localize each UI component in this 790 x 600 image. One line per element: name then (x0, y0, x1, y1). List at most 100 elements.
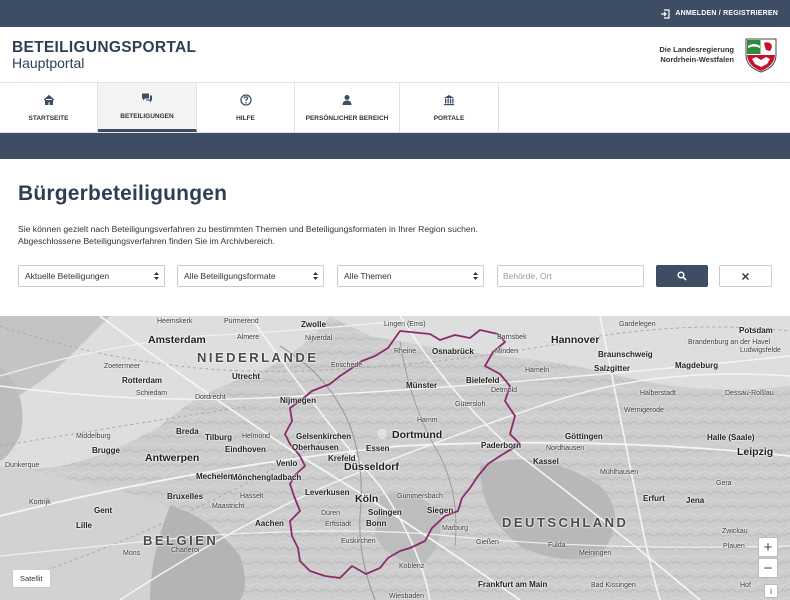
map-label-city: Münster (406, 381, 438, 390)
search-icon (677, 271, 687, 281)
map-label-city: Braunschweig (598, 350, 653, 359)
status-select-value: Aktuelle Beteiligungen (25, 271, 110, 281)
location-search-input[interactable]: Behörde, Ort (497, 265, 644, 287)
nav-item-startseite[interactable]: STARTSEITE (0, 83, 98, 132)
map-label-city: Magdeburg (675, 361, 719, 370)
map-label-city: Göttingen (565, 432, 603, 441)
map-label-city: Tilburg (205, 433, 232, 442)
map-label-city: Krefeld (328, 454, 356, 463)
format-select-value: Alle Beteiligungsformate (184, 271, 276, 281)
map-label-town: Dunkerque (5, 462, 40, 469)
government-line-1: Die Landesregierung (659, 44, 734, 54)
map-label-town: Mons (123, 550, 141, 557)
sort-arrows-icon (313, 272, 318, 280)
close-icon (742, 272, 749, 280)
map-label-town: Hameln (525, 367, 550, 374)
map-label-city: Eindhoven (225, 445, 266, 454)
map-label-town: Hasselt (240, 493, 264, 500)
map-label-town: Gießen (476, 539, 499, 546)
map-label-city: Frankfurt am Main (478, 580, 548, 589)
map-label-town: Gütersloh (455, 401, 486, 408)
zoom-out-button[interactable]: − (758, 558, 778, 578)
map-label-city: Lille (76, 521, 93, 530)
map-label-town: Zwickau (722, 528, 748, 535)
search-button[interactable] (656, 265, 708, 287)
nav-item-hilfe[interactable]: HILFE (197, 83, 295, 132)
login-register-link[interactable]: ANMELDEN / REGISTRIEREN (660, 8, 778, 19)
location-search-placeholder: Behörde, Ort (503, 271, 552, 281)
map-label-town: Helmond (242, 433, 271, 440)
map-label-country: BELGIEN (143, 533, 219, 548)
map-label-city: Essen (366, 444, 390, 453)
map-label-city: Aachen (255, 519, 284, 528)
chat-icon (142, 93, 152, 103)
clear-filters-button[interactable] (719, 265, 772, 287)
satellite-toggle-button[interactable]: Satellit (12, 569, 51, 588)
nav-item-portale[interactable]: PORTALE (400, 83, 499, 132)
map-label-city: Dortmund (392, 429, 443, 441)
map-label-town: Hamm (417, 417, 438, 424)
nav-item-beteiligungen[interactable]: BETEILIGUNGEN (98, 83, 197, 132)
user-icon (342, 94, 352, 105)
map-label-city: Nijmegen (280, 396, 317, 405)
map-label-town: Enschede (331, 362, 363, 369)
map-label-country: DEUTSCHLAND (502, 515, 629, 530)
zoom-in-button[interactable]: + (758, 537, 778, 557)
main-content: Bürgerbeteiligungen Sie können gezielt n… (0, 159, 790, 287)
map-label-city: Mönchengladbach (231, 473, 302, 482)
map-label-city: Zwolle (301, 320, 326, 329)
map-label-town: Purmerend (224, 318, 259, 325)
map-label-city: Oberhausen (292, 443, 339, 452)
map-label-town: Halberstadt (640, 390, 676, 397)
map-label-city: Jena (686, 496, 705, 505)
sort-arrows-icon (154, 272, 159, 280)
header-band (0, 133, 790, 159)
map-label-city: Bonn (366, 519, 387, 528)
map-label-town: Koblenz (399, 563, 425, 570)
format-select[interactable]: Alle Beteiligungsformate (177, 265, 324, 287)
brand-subtitle: Hauptportal (12, 54, 85, 71)
building-icon (444, 94, 454, 105)
map-label-city: Salzgitter (594, 364, 631, 373)
map-label-town: Kortrijk (29, 499, 51, 506)
home-icon (43, 94, 54, 105)
brand-title: BETEILIGUNGSPORTAL (12, 38, 197, 56)
status-select[interactable]: Aktuelle Beteiligungen (18, 265, 165, 287)
map-terrain (0, 316, 790, 600)
site-header: BETEILIGUNGSPORTAL Hauptportal Die Lande… (0, 27, 790, 83)
map-label-city: Utrecht (232, 372, 261, 381)
map-label-city: Brugge (92, 446, 120, 455)
map-label-town: Lingen (Ems) (384, 321, 426, 328)
map-label-town: Schiedam (136, 390, 168, 397)
portal-brand[interactable]: BETEILIGUNGSPORTAL Hauptportal (12, 39, 196, 71)
login-register-label: ANMELDEN / REGISTRIEREN (675, 10, 778, 17)
map-label-town: Zoetermeer (104, 363, 141, 370)
government-logo[interactable]: Die Landesregierung Nordrhein-Westfalen (659, 37, 778, 73)
map-label-city: Bruxelles (167, 492, 204, 501)
map-label-town: Minden (495, 348, 518, 355)
sort-arrows-icon (473, 272, 478, 280)
map-label-town: Meiningen (579, 550, 612, 557)
map-label-city: Solingen (368, 508, 402, 517)
map-label-town: Nordhausen (546, 445, 585, 452)
topic-select-value: Alle Themen (344, 271, 392, 281)
map-label-city: Kassel (533, 457, 559, 466)
map-info-button[interactable]: i (764, 584, 778, 598)
nav-item-persoenlicher-bereich[interactable]: PERSÖNLICHER BEREICH (295, 83, 400, 132)
topic-select[interactable]: Alle Themen (337, 265, 484, 287)
map-label-town: Plauen (723, 543, 745, 550)
participation-map[interactable]: NIEDERLANDE DEUTSCHLAND BELGIEN Amsterda… (0, 316, 790, 600)
map-label-town: Gera (716, 480, 732, 487)
nav-label-beteiligungen: BETEILIGUNGEN (120, 113, 174, 120)
map-label-town: Rheine (394, 348, 417, 355)
map-label-town: Charleroi (171, 547, 200, 554)
government-line-2: Nordrhein-Westfalen (660, 54, 734, 64)
nav-label-portale: PORTALE (433, 114, 465, 122)
intro-line-2: Abgeschlossene Beteiligungsverfahren fin… (18, 236, 276, 246)
map-label-city: Leipzig (737, 446, 774, 458)
page-title: Bürgerbeteiligungen (18, 182, 228, 205)
map-label-town: Brandenburg an der Havel (688, 339, 771, 346)
map-label-town: Middelburg (76, 433, 111, 440)
map-label-city: Amsterdam (148, 334, 206, 346)
map-label-city: Paderborn (481, 441, 522, 450)
